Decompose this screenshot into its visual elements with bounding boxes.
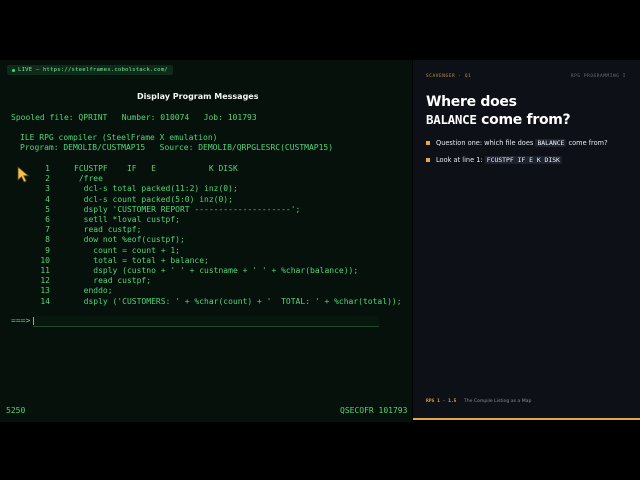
line-number: 11 — [40, 266, 50, 275]
live-url-badge: LIVE — https://steelframex.cobolstack.co… — [7, 65, 173, 75]
hint-1-code: BALANCE — [535, 139, 567, 147]
line-number: 7 — [45, 225, 50, 235]
live-url-text: LIVE — https://steelframex.cobolstack.co… — [18, 67, 168, 73]
program-line: Program: DEMOLIB/CUSTMAP15 Source: DEMOL… — [20, 143, 334, 152]
panel-course-label: RPG PROGRAMMING I — [570, 74, 626, 79]
line-number: 4 — [45, 194, 50, 204]
line-source: enddo; — [74, 286, 113, 296]
compiler-line: ILE RPG compiler (SteelFrame X emulation… — [20, 133, 218, 142]
hint-1-prefix: Question one: which file does — [436, 139, 534, 147]
line-source: dsply 'CUSTOMER REPORT -----------------… — [74, 204, 301, 214]
line-number: 10 — [40, 255, 50, 265]
line-number: 3 — [45, 184, 50, 194]
panel-section-label: SCAVENGER · Q1 — [426, 74, 472, 79]
hint-2-prefix: Look at line 1: — [436, 156, 483, 164]
line-source: FCUSTPF IF E K DISK — [74, 164, 238, 173]
lesson-footer: RPG 1 · 1.5 The Compile Listing as a Map — [426, 399, 531, 404]
bullet-square-icon — [426, 158, 430, 162]
panel-topbar: SCAVENGER · Q1 RPG PROGRAMMING I — [426, 74, 626, 82]
text-cursor — [33, 317, 34, 325]
status-session-type: 5250 — [6, 406, 26, 415]
lesson-title: The Compile Listing as a Map — [463, 399, 532, 404]
line-number: 14 — [40, 296, 50, 306]
heading-code: BALANCE — [426, 112, 477, 127]
line-source: count = count + 1; — [74, 245, 180, 255]
line-number: 13 — [40, 286, 50, 296]
live-dot-icon — [12, 68, 15, 72]
hint-2-code: FCUSTPF IF E K DISK — [484, 156, 562, 164]
lesson-panel: SCAVENGER · Q1 RPG PROGRAMMING I Where d… — [413, 60, 640, 420]
command-prompt-label: ===> — [11, 316, 31, 325]
line-number: 8 — [45, 235, 50, 245]
line-number: 6 — [45, 215, 50, 224]
line-number: 9 — [45, 245, 50, 255]
hint-1-suffix: come from? — [568, 139, 608, 147]
line-number: 2 — [45, 174, 50, 184]
heading-text-2: come from? — [481, 112, 571, 128]
bullet-square-icon — [426, 141, 430, 145]
hint-item-1: Question one: which file does BALANCE co… — [426, 138, 638, 148]
line-source: dsply (custno + ' ' + custname + ' ' + %… — [74, 266, 359, 275]
line-source: dcl-s total packed(11:2) inz(0); — [74, 184, 238, 194]
line-source: setll *loval custpf; — [74, 215, 180, 224]
question-heading: Where does BALANCE come from? — [426, 94, 631, 129]
line-source: read custpf; — [74, 276, 152, 286]
line-number: 1 — [45, 164, 50, 173]
hint-list: Question one: which file does BALANCE co… — [426, 138, 638, 172]
lesson-progress-bar — [413, 418, 640, 420]
line-source: /free — [74, 174, 103, 184]
line-source: dow not %eof(custpf); — [74, 235, 185, 245]
command-input[interactable] — [33, 316, 379, 327]
hint-item-2: Look at line 1: FCUSTPF IF E K DISK — [426, 155, 638, 165]
mouse-pointer-icon — [17, 166, 30, 183]
heading-text-1: Where does — [426, 94, 517, 110]
lesson-tag: RPG 1 · 1.5 — [426, 399, 457, 404]
line-source: dsply ('CUSTOMERS: ' + %char(count) + ' … — [74, 296, 402, 306]
screen-title: Display Program Messages — [137, 92, 259, 101]
line-source: dcl-s count packed(5:0) inz(0); — [74, 194, 233, 204]
line-source: read custpf; — [74, 225, 142, 235]
line-source: total = total + balance; — [74, 255, 209, 265]
line-number: 5 — [45, 204, 50, 214]
line-number: 12 — [40, 276, 50, 286]
terminal-screen[interactable]: LIVE — https://steelframex.cobolstack.co… — [0, 60, 412, 422]
spooled-file-line: Spooled file: QPRINT Number: 010074 Job:… — [11, 113, 257, 122]
status-user-job: QSECOFR 101793 — [340, 406, 408, 415]
